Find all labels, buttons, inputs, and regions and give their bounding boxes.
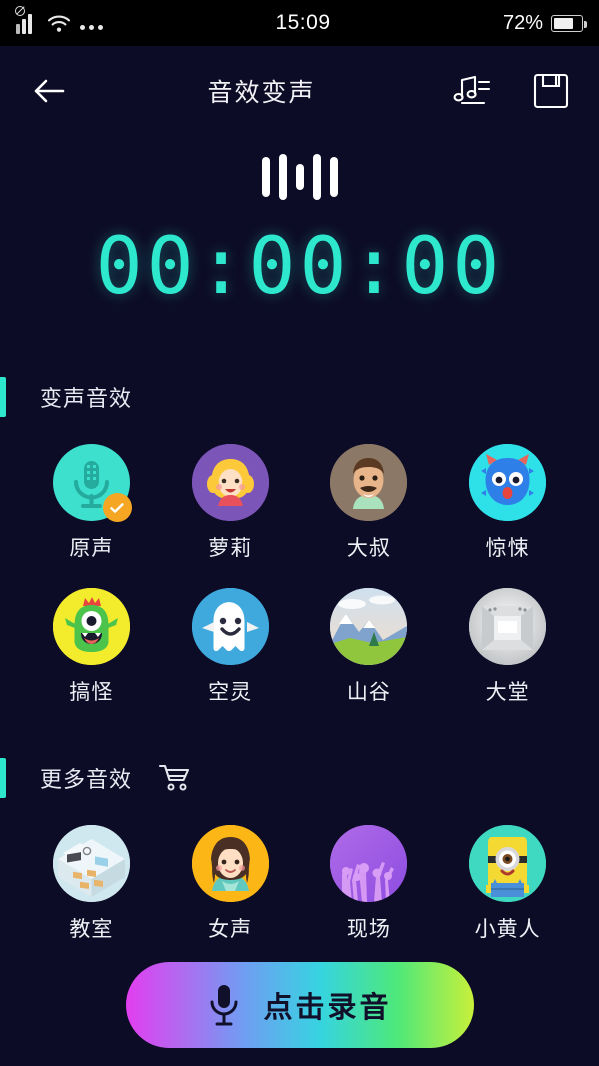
back-arrow-icon xyxy=(34,79,65,103)
status-bar-left xyxy=(15,6,103,34)
shopping-cart-icon xyxy=(158,764,190,791)
mountain-valley-avatar-icon xyxy=(330,588,408,665)
effect-item-label: 惊悚 xyxy=(485,537,530,560)
effect-item-label: 山谷 xyxy=(346,681,391,704)
effect-item-原声[interactable]: 原声 xyxy=(22,418,161,562)
effect-item-萝莉[interactable]: 萝莉 xyxy=(161,418,300,562)
status-bar: 15:09 72% xyxy=(0,0,599,46)
microphone-icon xyxy=(210,985,238,1026)
effect-item-惊悚[interactable]: 惊悚 xyxy=(438,418,577,562)
header-actions xyxy=(451,69,573,113)
playlist-button[interactable] xyxy=(451,69,495,113)
section-title: 变声音效 xyxy=(40,386,133,411)
effect-item-小黄人[interactable]: 小黄人 xyxy=(438,799,577,943)
effect-item-女声[interactable]: 女声 xyxy=(161,799,300,943)
microphone-avatar-icon xyxy=(52,444,132,522)
effect-item-label: 教室 xyxy=(69,918,114,941)
back-button[interactable] xyxy=(26,68,72,114)
effect-item-label: 大堂 xyxy=(485,681,530,704)
more-dots-icon xyxy=(80,25,103,34)
effect-item-山谷[interactable]: 山谷 xyxy=(300,562,439,706)
app-header: 音效变声 xyxy=(0,46,599,136)
hall-room-avatar-icon xyxy=(469,588,547,665)
section-header: 更多音效 xyxy=(0,757,599,799)
battery-icon xyxy=(551,14,587,32)
page-title: 音效变声 xyxy=(207,79,316,107)
status-bar-right: 72% xyxy=(502,11,587,35)
battery-percent-label: 72% xyxy=(502,11,543,34)
effect-item-教室[interactable]: 教室 xyxy=(22,799,161,943)
save-button[interactable] xyxy=(529,69,573,113)
minion-avatar-icon xyxy=(469,825,547,902)
classroom-avatar-icon xyxy=(52,825,130,902)
section-voice-effects: 变声音效 原声 萝莉 大叔 惊悚 搞怪 空灵 山谷 大堂 xyxy=(0,376,599,706)
status-bar-time: 15:09 xyxy=(275,11,331,34)
wifi-icon xyxy=(47,15,71,32)
green-cyclops-avatar-icon xyxy=(52,588,130,665)
effect-item-label: 搞怪 xyxy=(69,681,114,704)
effect-item-label: 现场 xyxy=(346,918,391,941)
effect-item-空灵[interactable]: 空灵 xyxy=(161,562,300,706)
shopping-cart-button[interactable] xyxy=(158,763,192,793)
girl-blonde-avatar-icon xyxy=(191,444,269,521)
section-header: 变声音效 xyxy=(0,376,599,418)
record-button[interactable]: 点击录音 xyxy=(125,962,474,1048)
effect-item-label: 小黄人 xyxy=(474,918,541,941)
section-title: 更多音效 xyxy=(40,767,133,792)
effects-grid: 教室 女声 现场 小黄人 xyxy=(0,799,599,943)
blue-monster-avatar-icon xyxy=(469,444,547,521)
audio-waveform-icon xyxy=(0,142,599,212)
selected-check-icon xyxy=(102,493,132,522)
effect-item-label: 大叔 xyxy=(346,537,391,560)
signal-bars-no-sim-icon xyxy=(15,6,38,34)
effect-item-label: 萝莉 xyxy=(208,537,253,560)
effect-item-大叔[interactable]: 大叔 xyxy=(300,418,439,562)
save-floppy-icon xyxy=(533,73,569,109)
effect-item-大堂[interactable]: 大堂 xyxy=(438,562,577,706)
effects-grid: 原声 萝莉 大叔 惊悚 搞怪 空灵 山谷 大堂 xyxy=(0,418,599,706)
effect-item-现场[interactable]: 现场 xyxy=(300,799,439,943)
section-more-effects: 更多音效 教室 女声 现场 小黄人 xyxy=(0,757,599,943)
effect-item-label: 空灵 xyxy=(208,681,253,704)
record-button-label: 点击录音 xyxy=(263,992,392,1024)
effect-item-搞怪[interactable]: 搞怪 xyxy=(22,562,161,706)
record-timer: 00:00:00 xyxy=(95,222,504,312)
music-list-icon xyxy=(453,75,491,105)
record-bar: 点击录音 xyxy=(0,962,599,1048)
man-mustache-avatar-icon xyxy=(330,444,408,521)
concert-crowd-avatar-icon xyxy=(330,825,408,902)
woman-avatar-icon xyxy=(191,825,269,902)
ghost-avatar-icon xyxy=(191,588,269,665)
effect-item-label: 女声 xyxy=(208,918,253,941)
screen-root: 15:09 72% 音效变声 00:00:00 变声音效 原声 萝莉 大叔 惊悚… xyxy=(0,0,599,1066)
effect-item-label: 原声 xyxy=(69,537,114,560)
